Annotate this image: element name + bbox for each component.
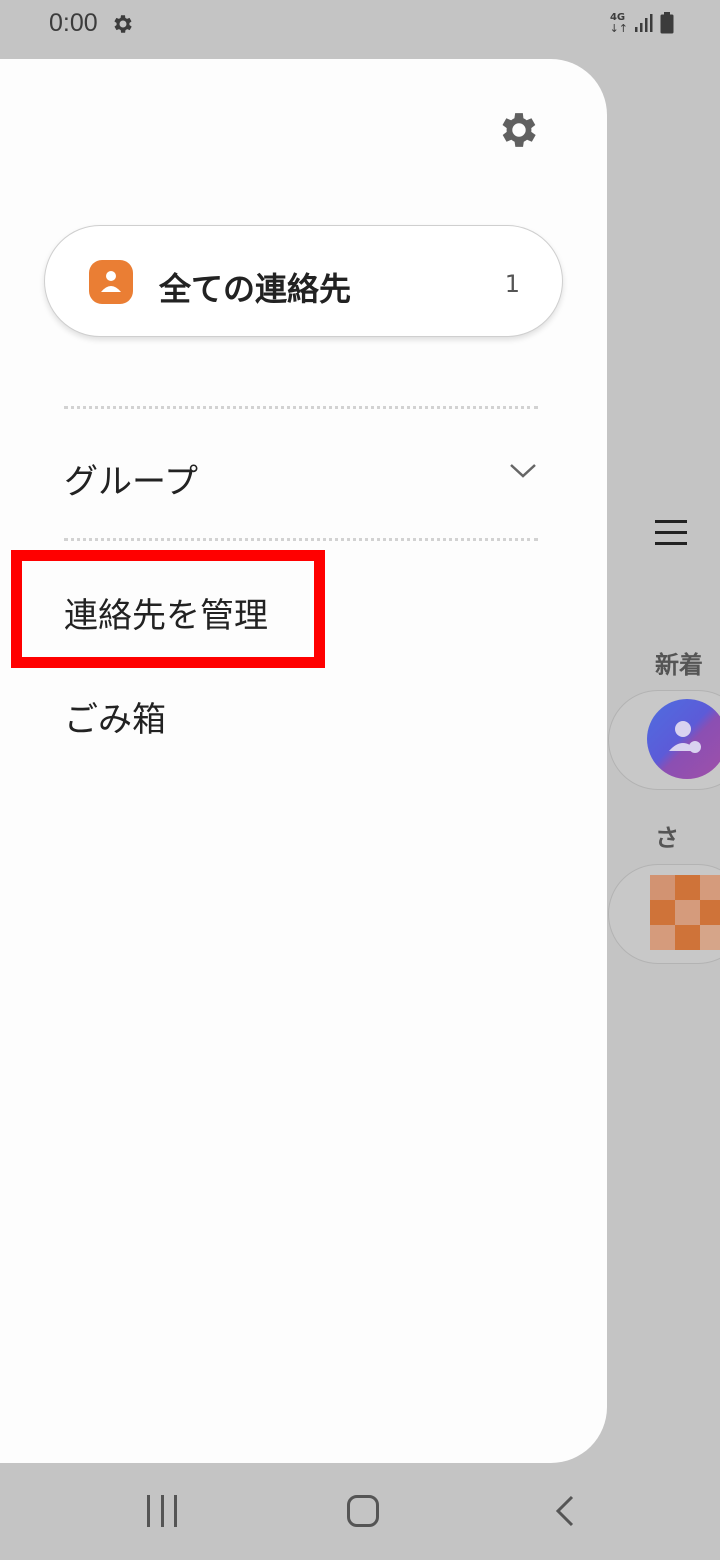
settings-icon[interactable] [496,107,542,153]
menu-item-groups-label: グループ [64,462,198,502]
settings-notification-icon [114,15,132,33]
highlight-box [11,550,325,668]
recent-apps-button[interactable] [147,1495,177,1527]
divider [64,538,538,541]
status-indicators: 4G ↓↑ [610,12,674,34]
divider [64,406,538,409]
battery-icon [660,12,674,34]
section-header-new: 新着 [655,651,703,679]
all-contacts-label: 全ての連絡先 [159,270,352,308]
status-time: 0:00 [49,9,98,37]
home-button[interactable] [347,1495,379,1527]
contact-icon [89,260,133,304]
section-header-sa: さ [655,824,679,852]
navigation-drawer: 全ての連絡先 1 グループ 連絡先を管理 ごみ箱 [0,59,607,1463]
menu-item-trash[interactable]: ごみ箱 [64,692,166,741]
status-bar: 0:00 4G ↓↑ [0,0,720,50]
menu-item-groups[interactable]: グループ [64,452,538,502]
all-contacts-button[interactable]: 全ての連絡先 1 [44,225,563,337]
back-button[interactable] [553,1494,577,1528]
avatar [647,699,720,779]
signal-icon [635,14,653,32]
person-icon [669,721,701,753]
data-activity-icon: ↓↑ [609,21,628,35]
network-indicator: 4G ↓↑ [609,11,628,35]
network-type-label: 4G [609,11,626,23]
menu-icon[interactable] [655,520,687,552]
chevron-down-icon[interactable] [508,460,538,480]
avatar-pixelated [650,875,720,950]
contact-count: 1 [504,270,520,298]
